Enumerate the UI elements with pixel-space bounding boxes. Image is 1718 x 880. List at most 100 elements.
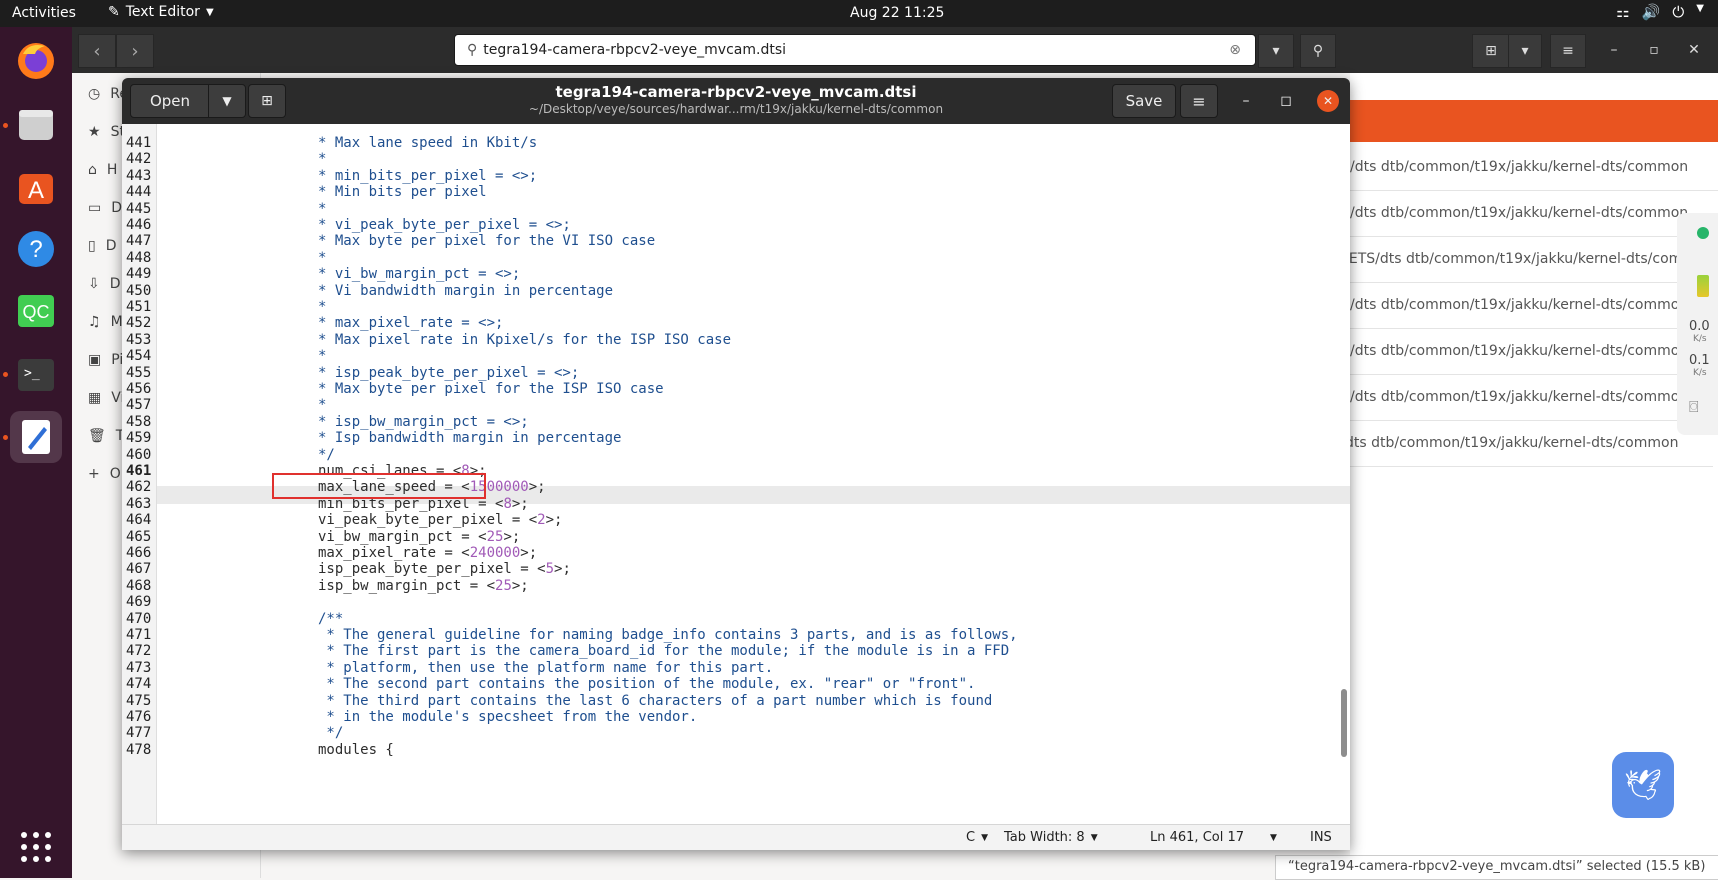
list-item[interactable]: SETS/dts dtb/common/t19x/jakku/kernel-dt… (1340, 237, 1708, 283)
maximize-button[interactable]: ▫ (1640, 34, 1668, 66)
terminal-icon[interactable]: >_ (10, 349, 62, 401)
save-button[interactable]: Save (1112, 84, 1176, 118)
forward-button[interactable]: › (116, 34, 154, 68)
sidebar-item-home[interactable]: ⌂ H (88, 162, 117, 178)
line-number: 447 (126, 233, 152, 250)
line-number-gutter: 441 442 443 444 445 446 447 448 449 450 451 452 453 4… (122, 124, 157, 824)
list-item[interactable]: /dts dtb/common/t19x/jakku/kernel-dts/co… (1350, 329, 1718, 375)
language-selector[interactable]: C ▼ (966, 830, 988, 845)
code-text: >; (520, 545, 538, 561)
comment-text: */ (318, 725, 344, 742)
hamburger-menu-icon[interactable]: ≡ (1550, 34, 1586, 68)
sidebar-item-starred[interactable]: ★ St (88, 124, 125, 140)
help-icon[interactable]: ? (10, 223, 62, 275)
search-input[interactable]: tegra194-camera-rbpcv2-veye_mvcam.dtsi (483, 42, 786, 58)
running-indicator (3, 372, 8, 377)
line-number: 457 (126, 397, 152, 414)
chevron-down-icon: ▼ (1090, 832, 1098, 843)
video-icon: ▦ (88, 390, 102, 406)
sidebar-item-videos[interactable]: ▦ Vi (88, 390, 124, 406)
maximize-button[interactable]: ◻ (1275, 90, 1297, 112)
code-line: */ (318, 446, 335, 464)
list-item[interactable]: dts dtb/common/t19x/jakku/kernel-dts/com… (1345, 421, 1713, 467)
firefox-icon[interactable] (10, 35, 62, 87)
code-line: vi_bw_margin_pct = <25>; (318, 528, 520, 546)
code-view[interactable]: 441 442 443 444 445 446 447 448 449 450 451 452 453 4… (122, 124, 1350, 824)
software-center-icon[interactable]: A (10, 161, 62, 213)
text-editor-icon: ✎ (108, 4, 120, 20)
clear-icon[interactable]: ⊗ (1229, 42, 1241, 58)
line-number: 446 (126, 217, 152, 233)
comment-text: * The first part is the camera_board_id … (318, 643, 1010, 660)
comment-text: * (318, 151, 327, 168)
code-text: >; (511, 495, 529, 512)
comment-text: * The general guideline for naming badge… (318, 627, 1018, 643)
comment-text: * isp_bw_margin_pct = <>; (318, 413, 529, 430)
code-text: >; (511, 577, 529, 594)
sidebar-item-desktop[interactable]: ▭ D (88, 200, 122, 216)
vertical-scrollbar[interactable] (1341, 689, 1347, 757)
insert-mode: INS (1310, 830, 1332, 845)
view-options-button[interactable]: ▾ (1508, 34, 1542, 68)
clock-icon: ◷ (88, 86, 101, 102)
music-icon: ♫ (88, 314, 101, 330)
show-apps-icon[interactable] (10, 821, 62, 873)
text-editor-icon[interactable] (10, 411, 62, 463)
sidebar-item-pictures[interactable]: ▣ Pi (88, 352, 123, 368)
search-results-banner (1350, 100, 1718, 142)
close-button[interactable]: ✕ (1317, 90, 1339, 112)
qt-creator-icon[interactable]: QC (10, 285, 62, 337)
code-line: vi_peak_byte_per_pixel = <2>; (318, 511, 562, 529)
system-tray[interactable]: ⚏ 🔊 ⏻ ▼ (1616, 3, 1704, 21)
network-monitor-widget[interactable]: 0.0 K/s 0.1 K/s ⌼ (1677, 213, 1718, 435)
top-bar: Activities ✎ Text Editor ▼ Aug 22 11:25 … (0, 0, 1718, 27)
floating-bird-app-icon[interactable]: 🕊 (1612, 752, 1674, 818)
line-number: 458 (126, 413, 152, 430)
code-line: * (318, 396, 326, 414)
numeric-literal: 240000 (469, 545, 521, 561)
sidebar-item-downloads[interactable]: ⇩ D (88, 276, 121, 292)
hamburger-menu-icon[interactable]: ≡ (1180, 84, 1218, 118)
minimize-button[interactable]: – (1235, 90, 1257, 112)
list-item[interactable]: /dts dtb/common/t19x/jakku/kernel-dts/co… (1350, 283, 1718, 329)
search-options-button[interactable]: ▾ (1258, 34, 1294, 68)
list-item[interactable]: /dts dtb/common/t19x/jakku/kernel-dts/co… (1350, 145, 1718, 191)
code-line: * isp_bw_margin_pct = <>; (318, 413, 529, 431)
search-icon[interactable]: ⚲ (1300, 34, 1336, 68)
activities-button[interactable]: Activities (12, 5, 76, 21)
code-line: * (318, 347, 326, 365)
editor-header-bar: Open ▼ ⊞ tegra194-camera-rbpcv2-veye_mvc… (122, 78, 1350, 124)
search-bar[interactable]: ⚲ tegra194-camera-rbpcv2-veye_mvcam.dtsi… (454, 34, 1256, 66)
tab-width-selector[interactable]: Tab Width: 8 ▼ (1004, 830, 1098, 845)
code-line: * min_bits_per_pixel = <>; (318, 167, 537, 185)
download-icon: ⇩ (88, 276, 100, 292)
line-number: 452 (126, 315, 152, 332)
code-line: * (318, 298, 326, 316)
cursor-position[interactable]: Ln 461, Col 17 ▼ (1150, 830, 1277, 845)
list-item[interactable]: /dts dtb/common/t19x/jakku/kernel-dts/co… (1350, 375, 1718, 421)
line-number: 463 (126, 495, 152, 512)
back-button[interactable]: ‹ (78, 34, 116, 68)
comment-text: * in the module's specsheet from the ven… (318, 709, 698, 725)
line-number: 444 (126, 184, 152, 201)
comment-text: * (318, 348, 327, 365)
sidebar-item-documents[interactable]: ▯ D (88, 238, 117, 254)
app-menu[interactable]: ✎ Text Editor ▼ (108, 4, 214, 20)
files-icon[interactable] (10, 99, 62, 151)
code-line: * Max byte per pixel for the VI ISO case (318, 232, 655, 250)
clock[interactable]: Aug 22 11:25 (850, 5, 944, 21)
list-item[interactable]: /dts dtb/common/t19x/jakku/kernel-dts/co… (1350, 191, 1718, 237)
numeric-literal: 25 (486, 528, 504, 545)
sidebar-item-music[interactable]: ♫ M (88, 314, 123, 330)
comment-text: * vi_bw_margin_pct = <>; (318, 266, 521, 283)
close-icon[interactable]: ✕ (1680, 34, 1708, 66)
line-number: 471 (126, 627, 152, 643)
minimize-button[interactable]: – (1600, 34, 1628, 66)
comment-text: */ (318, 446, 335, 463)
sidebar-item-other-locations[interactable]: + O (88, 466, 121, 482)
line-number: 461 (126, 463, 152, 479)
comment-text: * min_bits_per_pixel = <>; (318, 167, 538, 184)
code-line: * in the module's specsheet from the ven… (318, 708, 697, 726)
code-line: * vi_bw_margin_pct = <>; (318, 265, 520, 283)
view-grid-icon[interactable]: ⊞ (1472, 34, 1510, 68)
